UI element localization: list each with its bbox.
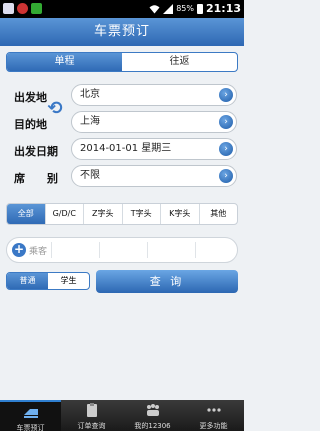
filter-gdc[interactable]: G/D/C	[44, 204, 84, 224]
divider	[195, 242, 196, 258]
seat-label: 席 别	[14, 172, 58, 185]
divider	[51, 242, 52, 258]
divider	[147, 242, 148, 258]
chevron-right-icon[interactable]: ›	[219, 142, 233, 156]
date-label: 出发日期	[14, 145, 58, 158]
train-type-filter: 全部 G/D/C Z字头 T字头 K字头 其他	[6, 203, 238, 225]
notification-icon	[17, 3, 28, 14]
tab-round-trip[interactable]: 往返	[122, 53, 237, 71]
bottom-nav: 车票预订 订单查询 我的12306 更多功能	[0, 400, 244, 431]
to-value: 上海	[80, 116, 100, 127]
signal-icon	[163, 3, 174, 14]
more-icon	[206, 408, 221, 412]
nav-label: 我的12306	[134, 422, 171, 430]
train-icon	[23, 409, 38, 418]
trip-type-selector: 单程 往返	[6, 52, 238, 72]
chevron-right-icon[interactable]: ›	[219, 88, 233, 102]
nav-ticket-booking[interactable]: 车票预订	[0, 400, 61, 431]
from-value: 北京	[80, 89, 100, 100]
clock: 21:13	[205, 2, 241, 15]
date-field[interactable]: 2014-01-01 星期三 ›	[71, 138, 237, 160]
filter-all[interactable]: 全部	[7, 204, 45, 224]
search-form: 出发地 北京 › 目的地 上海 › 出发日期 2014-01-01 星期三 › …	[6, 82, 238, 190]
nav-my-12306[interactable]: 我的12306	[122, 400, 183, 431]
query-button[interactable]: 查 询	[96, 270, 238, 293]
nav-label: 更多功能	[199, 422, 228, 430]
from-label: 出发地	[14, 91, 47, 104]
from-field[interactable]: 北京 ›	[71, 84, 237, 106]
to-label: 目的地	[14, 118, 47, 131]
from-row: 出发地 北京 ›	[6, 82, 238, 109]
ticket-type-selector: 普通 学生	[6, 272, 90, 290]
app-icon	[31, 3, 42, 14]
nav-order-query[interactable]: 订单查询	[61, 400, 122, 431]
clipboard-icon	[86, 403, 97, 417]
passenger-field[interactable]: + 乘客	[6, 237, 238, 263]
battery-percent: 85%	[176, 4, 194, 13]
people-icon	[146, 404, 159, 416]
filter-z[interactable]: Z字头	[83, 204, 122, 224]
date-row: 出发日期 2014-01-01 星期三 ›	[6, 136, 238, 163]
chevron-right-icon[interactable]: ›	[219, 115, 233, 129]
filter-other[interactable]: 其他	[198, 204, 238, 224]
to-field[interactable]: 上海 ›	[71, 111, 237, 133]
status-bar: 85% 21:13	[0, 0, 244, 18]
ticket-type-student[interactable]: 学生	[48, 273, 89, 289]
to-row: 目的地 上海 ›	[6, 109, 238, 136]
wifi-icon	[149, 4, 160, 13]
tab-one-way[interactable]: 单程	[7, 53, 122, 71]
filter-t[interactable]: T字头	[121, 204, 161, 224]
nav-more[interactable]: 更多功能	[183, 400, 244, 431]
image-icon	[3, 3, 14, 14]
add-passenger-icon[interactable]: +	[12, 243, 26, 257]
seat-value: 不限	[80, 170, 100, 181]
nav-label: 车票预订	[16, 424, 45, 431]
nav-label: 订单查询	[77, 422, 106, 430]
filter-k[interactable]: K字头	[160, 204, 199, 224]
seat-field[interactable]: 不限 ›	[71, 165, 237, 187]
divider	[99, 242, 100, 258]
seat-row: 席 别 不限 ›	[6, 163, 238, 190]
swap-stations-icon[interactable]: ⟲	[47, 94, 63, 124]
date-value: 2014-01-01 星期三	[80, 143, 172, 154]
page-title: 车票预订	[0, 18, 244, 46]
passenger-label: 乘客	[29, 247, 48, 257]
chevron-right-icon[interactable]: ›	[219, 169, 233, 183]
battery-icon	[196, 3, 203, 14]
ticket-type-normal[interactable]: 普通	[7, 273, 48, 289]
